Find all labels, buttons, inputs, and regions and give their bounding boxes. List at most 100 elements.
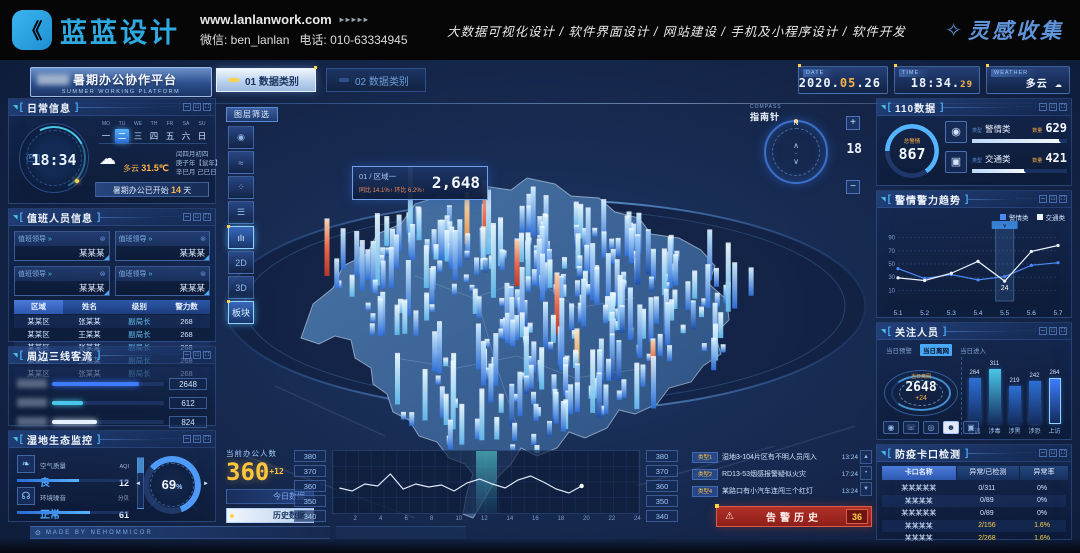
scroll-down-icon[interactable]: ▼ <box>860 482 872 496</box>
bus-icon: ▣ <box>945 151 967 173</box>
expand-icon[interactable]: ⛶ <box>203 213 211 221</box>
clock-time: 18:34 <box>20 151 88 169</box>
maximize-icon[interactable]: □ <box>193 351 201 359</box>
focus-bar-涉恐: 242涉恐 <box>1028 373 1041 435</box>
minimize-icon[interactable]: ─ <box>183 103 191 111</box>
tab-data-category-1[interactable]: 01 数据类别 <box>216 68 316 92</box>
maximize-icon[interactable]: □ <box>193 213 201 221</box>
maximize-icon[interactable]: □ <box>1049 195 1057 203</box>
panel-title: 日常信息 <box>27 100 71 115</box>
dashboard: 暑期办公协作平台 SUMMER WORKING PLATFORM 01 数据类别… <box>0 60 1080 553</box>
total-alarm-gauge: 总警情 867 <box>885 124 939 178</box>
layer-button-signal[interactable]: ≈ <box>228 151 254 174</box>
close-icon[interactable]: ⊗ <box>200 235 206 243</box>
website-link[interactable]: www.lanlanwork.com <box>200 12 332 27</box>
layer-button-2d[interactable]: 2D <box>228 251 254 274</box>
weekday-mo: MO一 <box>99 121 113 143</box>
compass-dial[interactable]: N ∧·∨ <box>764 120 828 184</box>
focus-tab[interactable]: 当日进入 <box>957 344 989 356</box>
minimize-icon[interactable]: ─ <box>1039 195 1047 203</box>
compass-widget: COMPASS 指南针 N ∧·∨ + 18 − <box>750 104 862 196</box>
noise-label: 环境噪音 <box>40 495 66 502</box>
gauge-left-arrow-icon[interactable]: ◄ <box>135 481 141 487</box>
alert-row[interactable]: 类型1湿地3-104片区有不明人员闯入13:24 <box>692 450 858 464</box>
layer-button-block[interactable]: 板块 <box>228 301 254 324</box>
focus-tab[interactable]: 当日预警 <box>883 344 915 356</box>
minimize-icon[interactable]: ─ <box>1039 103 1047 111</box>
alert-row[interactable]: 类型2RD13-53烟感报警疑似火灾17:24 <box>692 467 858 481</box>
maximize-icon[interactable]: □ <box>193 435 201 443</box>
panel-focus-personnel: ◥[关注人员]·······─□⛶ 当日预警当日离网当日进入 当日离网 2648… <box>876 322 1072 440</box>
expand-icon[interactable]: ⛶ <box>203 103 211 111</box>
y-tick: 380 <box>294 450 326 462</box>
checkpoint-row: 某某某某某0/3110% <box>882 482 1066 495</box>
layer-button-bar-chart[interactable]: ılı <box>228 226 254 249</box>
minimize-icon[interactable]: ─ <box>183 435 191 443</box>
close-icon[interactable]: ⊗ <box>100 270 106 278</box>
footer-line <box>336 526 466 539</box>
checkpoint-table-head: 卡口名称异常/已检测异常率 <box>877 462 1071 480</box>
close-icon[interactable]: ⊗ <box>200 270 206 278</box>
focus-tabs: 当日预警当日离网当日进入 <box>883 344 989 356</box>
minimize-icon[interactable]: ─ <box>183 351 191 359</box>
panel-title: 周边三线客流 <box>27 348 93 363</box>
expand-icon[interactable]: ⛶ <box>203 351 211 359</box>
maximize-icon[interactable]: □ <box>193 103 201 111</box>
gauge-label: 总警情 <box>885 137 939 145</box>
camera-icon[interactable]: ◉ <box>883 421 899 434</box>
y-tick: 380 <box>646 450 678 462</box>
checkpoint-row: 某某某某2/2681.6% <box>882 532 1066 545</box>
lanlan-logo-icon: 《 <box>12 10 52 50</box>
focus-bar-涉黑: 219涉黑 <box>1008 378 1021 435</box>
expand-icon[interactable]: ⛶ <box>1059 103 1067 111</box>
page-title: 暑期办公协作平台 <box>73 71 177 88</box>
scroll-dot-icon[interactable]: • <box>860 466 872 480</box>
maximize-icon[interactable]: □ <box>1049 327 1057 335</box>
weekday-sa: SA六 <box>179 121 193 143</box>
duty-table-row: 某某区张某某副局长268 <box>14 315 210 328</box>
panel-passenger-flow: ◥[周边三线客流]·······─□⛶ 2648612824 <box>8 346 216 426</box>
expand-icon[interactable]: ⛶ <box>1059 327 1067 335</box>
phone-icon[interactable]: ☏ <box>903 421 919 434</box>
minimize-icon[interactable]: ─ <box>183 213 191 221</box>
minimize-icon[interactable]: ─ <box>1039 327 1047 335</box>
gauge-right-arrow-icon[interactable]: ► <box>203 481 209 487</box>
y-tick: 370 <box>646 465 678 477</box>
svg-text:24: 24 <box>1001 285 1009 292</box>
alarm-icon: ◉ <box>945 121 967 143</box>
layer-button-camera[interactable]: ◉ <box>228 126 254 149</box>
expand-icon[interactable]: ⛶ <box>1059 449 1067 457</box>
layer-button-cluster[interactable]: ⁘ <box>228 176 254 199</box>
layer-button-3d[interactable]: 3D <box>228 276 254 299</box>
zoom-out-button[interactable]: − <box>846 180 860 194</box>
duty-leader-card: 值班领导»⊗某某某 <box>115 266 211 296</box>
zoom-in-button[interactable]: + <box>846 116 860 130</box>
panel-110-data: ◥[110数据]·······─□⛶ 总警情 867 ◉类型警情类数量629▣类… <box>876 98 1072 186</box>
close-icon[interactable]: ⊗ <box>100 235 106 243</box>
scroll-up-icon[interactable]: ▲ <box>860 450 872 464</box>
minimize-icon[interactable]: ─ <box>1039 449 1047 457</box>
office-yaxis-right: 380370360350340 <box>646 450 678 522</box>
focus-bar-上访: 264上访 <box>1048 370 1061 435</box>
vehicle-icon[interactable]: ▣ <box>963 421 979 434</box>
microphone-icon: ☊ <box>17 487 35 505</box>
panel-title: 湿地生态监控 <box>27 432 93 447</box>
panel-title: 关注人员 <box>895 324 939 339</box>
tab-data-category-2[interactable]: 02 数据类别 <box>326 68 426 92</box>
maximize-icon[interactable]: □ <box>1049 103 1057 111</box>
focus-tab[interactable]: 当日离网 <box>920 344 952 356</box>
target-icon[interactable]: ◎ <box>923 421 939 434</box>
layer-button-list[interactable]: ☰ <box>228 201 254 224</box>
redacted-title-prefix <box>37 74 69 85</box>
checkpoint-row: 某某某某0/890% <box>882 495 1066 508</box>
person-icon[interactable]: ☻ <box>943 421 959 434</box>
expand-icon[interactable]: ⛶ <box>203 435 211 443</box>
panel-checkpoint: ◥[防疫卡口检测]·······─□⛶ 卡口名称异常/已检测异常率 某某某某某0… <box>876 444 1072 540</box>
time-value: 18:34.29 <box>911 76 973 90</box>
alert-row[interactable]: 类型4某路口有小汽车连闯三个红灯13:24 <box>692 484 858 498</box>
expand-icon[interactable]: ⛶ <box>1059 195 1067 203</box>
panel-title: 110数据 <box>895 100 936 115</box>
alert-history-button[interactable]: ⚠ 告警历史 36 <box>716 506 872 527</box>
weather-value: 多云 ☁ <box>1026 75 1063 90</box>
maximize-icon[interactable]: □ <box>1049 449 1057 457</box>
